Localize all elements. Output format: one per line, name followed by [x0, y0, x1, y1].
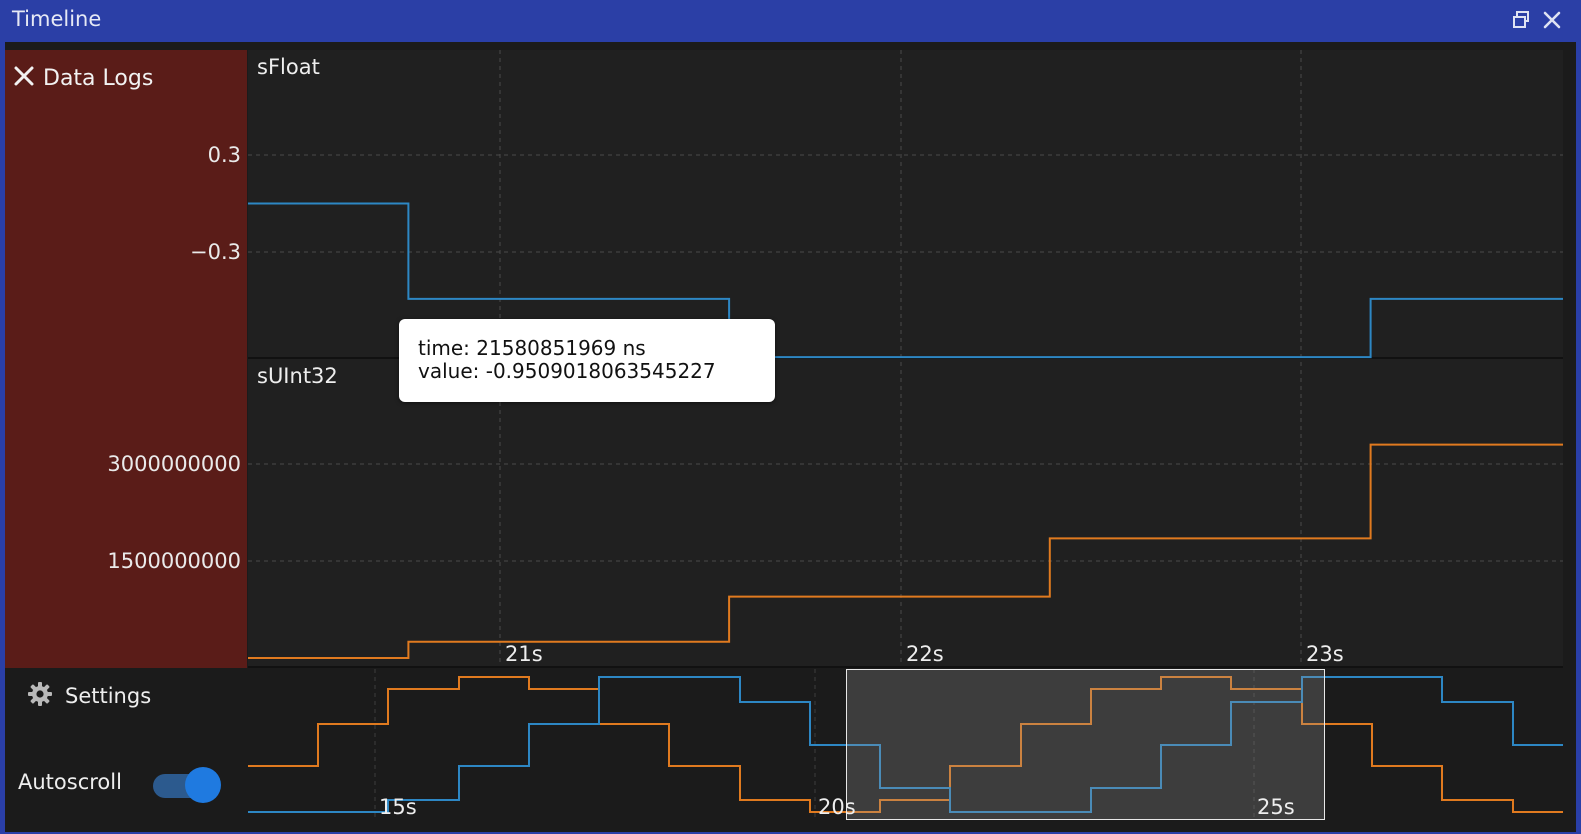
- y-tick-label: 3000000000: [107, 452, 241, 476]
- window-title: Timeline: [12, 7, 102, 31]
- series-line-suint32: [248, 443, 1563, 659]
- plot-title-sfloat: sFloat: [257, 55, 320, 79]
- tooltip-time: time: 21580851969 ns: [418, 336, 646, 360]
- toggle-knob: [185, 767, 221, 803]
- close-x-icon: [13, 65, 35, 91]
- plot-area[interactable]: sFloat sUInt32 21s 22s 23s time: 2158085…: [248, 50, 1563, 668]
- y-tick-label: −0.3: [190, 240, 241, 264]
- tooltip-value: value: -0.9509018063545227: [418, 359, 716, 383]
- overview-navigator[interactable]: 15s 20s 25s: [248, 669, 1563, 820]
- overview-selection-window[interactable]: [846, 669, 1325, 820]
- y-tick-label: 0.3: [207, 143, 241, 167]
- overview-tick-label: 15s: [379, 795, 417, 819]
- close-icon[interactable]: [1541, 9, 1563, 31]
- data-logs-label: Data Logs: [43, 65, 154, 91]
- overview-tick-label: 20s: [818, 795, 856, 819]
- autoscroll-label: Autoscroll: [18, 770, 122, 794]
- restore-window-icon[interactable]: [1511, 9, 1533, 31]
- overview-tick-label: 25s: [1257, 795, 1295, 819]
- bottom-left-panel: Settings Autoscroll: [5, 669, 247, 832]
- timeline-panel: Data Logs 0.3 −0.3 3000000000 1500000000…: [5, 42, 1576, 832]
- plot-title-suint32: sUInt32: [257, 364, 338, 388]
- x-tick-label: 21s: [505, 642, 543, 666]
- gear-icon: [27, 681, 53, 711]
- x-tick-label: 22s: [906, 642, 944, 666]
- data-logs-close-button[interactable]: Data Logs: [13, 58, 153, 98]
- y-tick-label: 1500000000: [107, 549, 241, 573]
- hover-tooltip: time: 21580851969 ns value: -0.950901806…: [399, 319, 775, 402]
- autoscroll-toggle[interactable]: [153, 767, 223, 803]
- settings-button[interactable]: Settings: [27, 681, 151, 711]
- x-tick-label: 23s: [1306, 642, 1344, 666]
- data-logs-sidebar: Data Logs 0.3 −0.3 3000000000 1500000000: [5, 50, 247, 668]
- settings-label: Settings: [65, 684, 152, 708]
- title-bar: Timeline: [0, 0, 1581, 40]
